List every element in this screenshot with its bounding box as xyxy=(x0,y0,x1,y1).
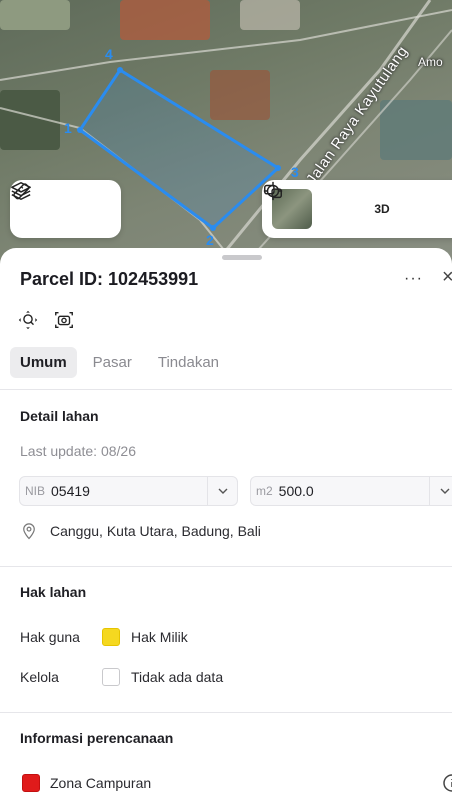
location-pin-icon xyxy=(23,523,35,540)
area-value: 500.0 xyxy=(278,483,314,499)
zone-value: Zona Campuran xyxy=(50,775,152,791)
share-icon xyxy=(264,184,282,199)
chevron-down-icon[interactable] xyxy=(429,477,452,505)
location-text: Canggu, Kuta Utara, Badung, Bali xyxy=(50,523,261,539)
3d-label: 3D xyxy=(374,202,390,216)
place-label: Amo xyxy=(418,55,443,69)
kelola-swatch xyxy=(102,668,120,686)
nib-prefix: NIB xyxy=(25,484,46,498)
map-tools-left xyxy=(10,180,121,238)
parcel-vertex-1[interactable] xyxy=(77,127,83,133)
nib-field[interactable]: NIB 05419 xyxy=(19,476,238,506)
tab-pasar[interactable]: Pasar xyxy=(83,347,142,378)
area-prefix: m2 xyxy=(256,484,273,498)
tab-tindakan[interactable]: Tindakan xyxy=(148,347,229,378)
vertex-label-3: 3 xyxy=(291,164,299,180)
sheet-drag-handle[interactable] xyxy=(222,255,262,260)
map-view[interactable]: 1 2 3 4 Jalan Raya Kayutulang Amo 3D xyxy=(0,0,452,270)
divider xyxy=(0,712,452,713)
parcel-title: Parcel ID: 102453991 xyxy=(20,269,199,289)
camera-icon xyxy=(55,311,73,329)
kelola-value: Tidak ada data xyxy=(131,669,224,685)
detail-section-title: Detail lahan xyxy=(20,408,99,424)
rights-section-title: Hak lahan xyxy=(20,584,87,600)
locate-button[interactable] xyxy=(263,181,362,229)
parcel-tabs: Umum Pasar Tindakan xyxy=(10,347,229,378)
share-button[interactable] xyxy=(264,184,442,229)
vertex-label-1: 1 xyxy=(64,120,72,136)
hak-guna-swatch xyxy=(102,628,120,646)
chevron-down-icon[interactable] xyxy=(207,477,237,505)
hak-guna-label: Hak guna xyxy=(20,629,80,645)
planning-section-title: Informasi perencanaan xyxy=(20,730,174,746)
parcel-vertex-3[interactable] xyxy=(275,165,281,171)
zoom-to-parcel-button[interactable] xyxy=(16,308,40,332)
vertex-label-2: 2 xyxy=(206,232,214,248)
parcel-tools xyxy=(16,308,76,332)
info-icon[interactable] xyxy=(442,773,452,793)
vertex-label-4: 4 xyxy=(105,46,113,62)
hak-guna-value: Hak Milik xyxy=(131,629,188,645)
close-button[interactable]: × xyxy=(442,266,452,289)
location-row: Canggu, Kuta Utara, Badung, Bali xyxy=(20,521,261,541)
map-tools-right: 3D xyxy=(262,180,452,238)
3d-toggle-button[interactable]: 3D xyxy=(362,189,402,229)
zone-swatch xyxy=(22,774,40,792)
zoom-focus-icon xyxy=(18,310,38,330)
screenshot-button[interactable] xyxy=(52,308,76,332)
last-update-text: Last update: 08/26 xyxy=(20,443,136,459)
area-field[interactable]: m2 500.0 xyxy=(250,476,452,506)
divider xyxy=(0,389,452,390)
measure-button[interactable] xyxy=(13,183,113,229)
parcel-vertex-2[interactable] xyxy=(210,225,216,231)
kelola-label: Kelola xyxy=(20,669,59,685)
parcel-bottom-sheet: Parcel ID: 102453991 ··· × Umum Pasar Ti… xyxy=(0,248,452,804)
ruler-icon xyxy=(13,183,30,200)
nib-value: 05419 xyxy=(51,483,90,499)
parcel-vertex-4[interactable] xyxy=(117,67,123,73)
divider xyxy=(0,566,452,567)
more-options-button[interactable]: ··· xyxy=(404,270,423,288)
tab-umum[interactable]: Umum xyxy=(10,347,77,378)
